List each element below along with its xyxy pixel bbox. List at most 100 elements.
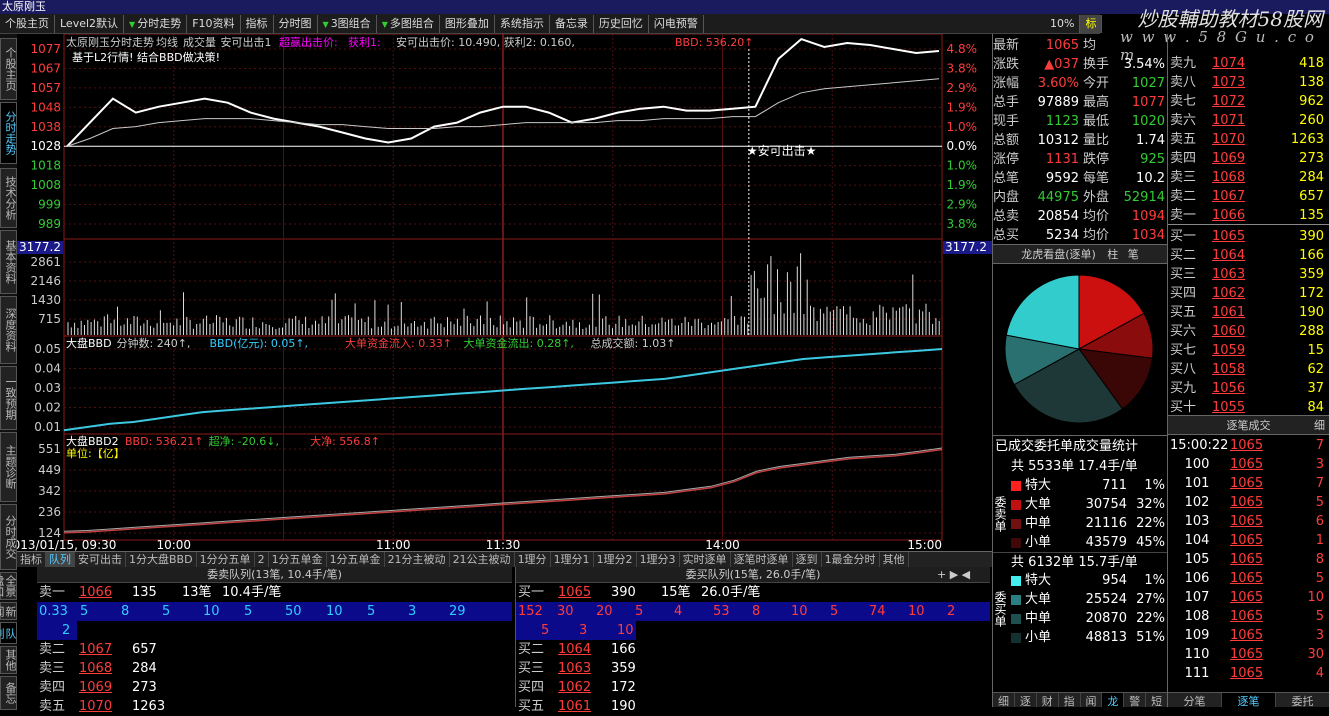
indicator-tab[interactable]: 逐到 xyxy=(793,552,822,567)
indicator-tab[interactable]: 1分五单金 xyxy=(327,552,385,567)
orderbook-volume: 62 xyxy=(1307,362,1324,377)
toolbar-item[interactable]: 个股主页 xyxy=(0,14,55,33)
orderbook-row[interactable]: 卖三 1068 284 xyxy=(1168,168,1328,187)
left-tab[interactable]: 新闻 xyxy=(0,602,17,620)
intraday-chart[interactable]: 1077 4.8% 1067 3.8% 1057 2.9% 1048 1.9% 1038 1.0%… xyxy=(5,33,992,552)
indicator-tab[interactable]: 1分大盘BBD xyxy=(126,552,197,567)
orderbook-row[interactable]: 买六 1060 288 xyxy=(1168,322,1328,341)
quote-value: 1123 xyxy=(1045,114,1079,129)
left-tab[interactable]: 技术分析 xyxy=(0,168,17,228)
right-bottom-tab[interactable]: 警 xyxy=(1124,693,1147,708)
orderbook-row[interactable]: 买二 1064 166 xyxy=(1168,246,1328,265)
price-tick: 1038 xyxy=(30,120,61,134)
indicator-tab[interactable]: 实时逐单 xyxy=(680,552,731,567)
orderbook-volume: 1263 xyxy=(1290,132,1324,147)
left-tab[interactable]: 分时走势 xyxy=(0,102,17,164)
right-bottom-tab[interactable]: 短 xyxy=(1146,693,1168,708)
left-tab[interactable]: 分时成交 xyxy=(0,504,17,570)
mark-button[interactable]: 标 xyxy=(1080,15,1103,33)
right-bottom-tab[interactable]: 龙 xyxy=(1102,693,1125,708)
pie-tab-bar[interactable]: 柱 xyxy=(1107,248,1118,261)
queue-count: 15笔 xyxy=(661,585,691,600)
left-tab[interactable]: 深度资料 xyxy=(0,296,17,364)
toolbar-item[interactable]: 分时走势 xyxy=(124,14,188,33)
orderbook-row[interactable]: 买一 1065 390 xyxy=(1168,227,1328,246)
orderbook-row[interactable]: 卖八 1073 138 xyxy=(1168,73,1328,92)
orderbook-row[interactable]: 卖九 1074 418 xyxy=(1168,54,1328,73)
right-bottom-tab[interactable]: 闻 xyxy=(1081,693,1103,708)
left-tab[interactable]: 队列 xyxy=(0,622,17,644)
indicator-tab[interactable]: 其他 xyxy=(880,552,909,567)
bbd-tick: 0.03 xyxy=(34,381,61,395)
left-tab[interactable]: 个股主页 xyxy=(0,38,17,100)
right-bottom-tab[interactable]: 逐 xyxy=(1015,693,1037,708)
indicator-tab[interactable]: 1分五单金 xyxy=(269,552,327,567)
left-tab[interactable]: 其他 xyxy=(0,646,17,674)
right-bottom-tab[interactable]: 细 xyxy=(993,693,1015,708)
toolbar-item[interactable]: 备忘录 xyxy=(550,14,594,33)
left-tab[interactable]: 全景盘口 xyxy=(0,572,17,600)
toolbar-item[interactable]: 分时图 xyxy=(274,14,318,33)
orderbook-row[interactable]: 买三 1063 359 xyxy=(1168,265,1328,284)
stat-row: 中单 20870 22% xyxy=(1011,609,1167,628)
queue-order: 2 xyxy=(62,623,71,638)
indicator-tab[interactable]: 指标 xyxy=(17,552,46,567)
indicator-tab[interactable]: 1理分2 xyxy=(594,552,637,567)
indicator-tab[interactable]: 2 xyxy=(255,552,269,567)
orderbook-row[interactable]: 买七 1059 15 xyxy=(1168,341,1328,360)
orderbook-volume: 288 xyxy=(1299,324,1324,339)
toolbar-item[interactable]: 多图组合 xyxy=(377,14,440,33)
orderbook-row[interactable]: 卖一 1066 135 xyxy=(1168,206,1328,225)
quote-row: 最新 1065 均 xyxy=(993,36,1167,55)
right-bottom-tab[interactable]: 财 xyxy=(1037,693,1059,708)
orderbook-row[interactable]: 卖四 1069 273 xyxy=(1168,149,1328,168)
ticks-tab[interactable]: 细 xyxy=(1314,416,1325,436)
right-bottom-tab[interactable]: 指 xyxy=(1059,693,1081,708)
orderbook-row[interactable]: 买四 1062 172 xyxy=(1168,284,1328,303)
ticks-bottom-tab[interactable]: 分笔 xyxy=(1168,693,1222,708)
indicator-tab[interactable]: 1分分五单 xyxy=(197,552,255,567)
toolbar-item[interactable]: 历史回忆 xyxy=(594,14,649,33)
pct-button[interactable]: 10% xyxy=(1045,15,1081,33)
bbd-header-text: 分钟数: 240↑, xyxy=(117,336,191,350)
orderbook-row[interactable]: 卖五 1070 1263 xyxy=(1168,130,1328,149)
orderbook-label: 卖一 xyxy=(1170,208,1197,223)
toolbar-item[interactable]: 闪电预警 xyxy=(649,14,704,33)
stat-value: 30754 xyxy=(1085,497,1127,512)
orderbook-row[interactable]: 卖七 1072 962 xyxy=(1168,92,1328,111)
toolbar-item[interactable]: Level2默认 xyxy=(55,14,125,33)
indicator-tab[interactable]: 1理分 xyxy=(515,552,551,567)
ticks-bottom-tab[interactable]: 委托 xyxy=(1276,693,1329,708)
ticks-bottom-tab[interactable]: 逐笔 xyxy=(1222,693,1276,708)
quote-panel: 最新 1065 均涨跌 ▲037 换手 3.54% 涨幅 3.60% 今开 1027 总手 97889… xyxy=(992,34,1168,708)
pie-tab-count[interactable]: 笔 xyxy=(1128,248,1139,261)
orderbook-row[interactable]: 买八 1058 62 xyxy=(1168,360,1328,379)
queue-volume: 284 xyxy=(132,661,157,676)
orderbook-row[interactable]: 卖二 1067 657 xyxy=(1168,187,1328,206)
chart-header-text: 安可出击1 xyxy=(221,35,272,49)
orderbook-row[interactable]: 买五 1061 190 xyxy=(1168,303,1328,322)
indicator-tab[interactable]: 安可出击 xyxy=(75,552,126,567)
toolbar-item[interactable]: F10资料 xyxy=(187,14,241,33)
left-tab[interactable]: 主题诊断 xyxy=(0,432,17,502)
pct-tick: 1.0% xyxy=(947,159,978,173)
indicator-tab[interactable]: 队列 xyxy=(46,552,75,567)
indicator-tab[interactable]: 1理分1 xyxy=(551,552,594,567)
left-tab[interactable]: 备忘 xyxy=(0,676,17,710)
indicator-tab[interactable]: 逐笔时逐单 xyxy=(731,552,793,567)
indicator-tab[interactable]: 1理分3 xyxy=(637,552,680,567)
indicator-tab[interactable]: 21分主被动 xyxy=(385,552,450,567)
orderbook-row[interactable]: 卖六 1071 260 xyxy=(1168,111,1328,130)
left-tab[interactable]: 一致预期 xyxy=(0,366,17,430)
toolbar-item[interactable]: 系统指示 xyxy=(495,14,550,33)
queue-controls[interactable]: + ▶ ◀ xyxy=(937,567,992,583)
time-label: 10:00 xyxy=(156,538,191,551)
left-tab[interactable]: 基本资料 xyxy=(0,230,17,294)
toolbar-item[interactable]: 3图组合 xyxy=(318,14,377,33)
toolbar-item[interactable]: 指标 xyxy=(241,14,274,33)
indicator-tab[interactable]: 1最金分时 xyxy=(822,552,880,567)
indicator-tab[interactable]: 21公主被动 xyxy=(450,552,515,567)
orderbook-row[interactable]: 买九 1056 37 xyxy=(1168,379,1328,398)
toolbar-item[interactable]: 图形叠加 xyxy=(440,14,495,33)
queue-order: 5 xyxy=(541,623,550,638)
